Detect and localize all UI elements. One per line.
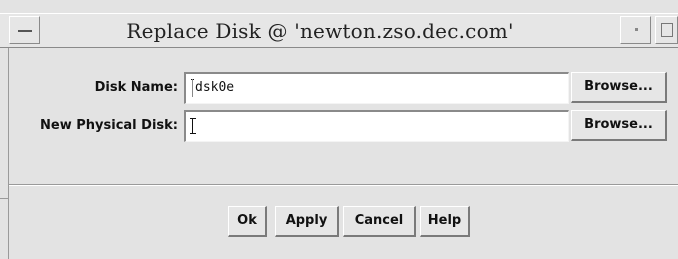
new-physical-disk-browse-button[interactable]: Browse... — [571, 110, 667, 141]
disk-name-browse-button[interactable]: Browse... — [571, 72, 667, 103]
text-cursor — [191, 79, 194, 97]
new-physical-disk-label: New Physical Disk: — [40, 118, 178, 133]
window-menu-icon — [18, 30, 32, 32]
window-menu-button[interactable] — [9, 16, 40, 44]
help-button[interactable]: Help — [420, 206, 470, 237]
apply-button[interactable]: Apply — [275, 206, 339, 237]
disk-name-label: Disk Name: — [94, 80, 178, 95]
dialog-content: Disk Name: dsk0e Browse... New Physical … — [9, 48, 678, 259]
disk-name-value: dsk0e — [195, 80, 235, 95]
dialog-window: Replace Disk @ 'newton.zso.dec.com' Disk… — [0, 0, 678, 259]
new-physical-disk-field[interactable] — [184, 110, 569, 142]
separator — [9, 184, 678, 186]
cancel-button[interactable]: Cancel — [343, 206, 416, 237]
ibeam-cursor-icon — [190, 118, 196, 134]
maximize-icon — [661, 23, 673, 37]
minimize-icon — [635, 28, 638, 31]
maximize-button[interactable] — [655, 16, 678, 44]
ok-button[interactable]: Ok — [228, 206, 267, 237]
minimize-button[interactable] — [620, 16, 651, 44]
border-notch — [0, 198, 9, 199]
window-title: Replace Disk @ 'newton.zso.dec.com' — [126, 19, 514, 43]
title-bar[interactable]: Replace Disk @ 'newton.zso.dec.com' — [0, 13, 678, 48]
disk-name-field[interactable]: dsk0e — [184, 72, 569, 104]
window-border — [0, 48, 9, 259]
